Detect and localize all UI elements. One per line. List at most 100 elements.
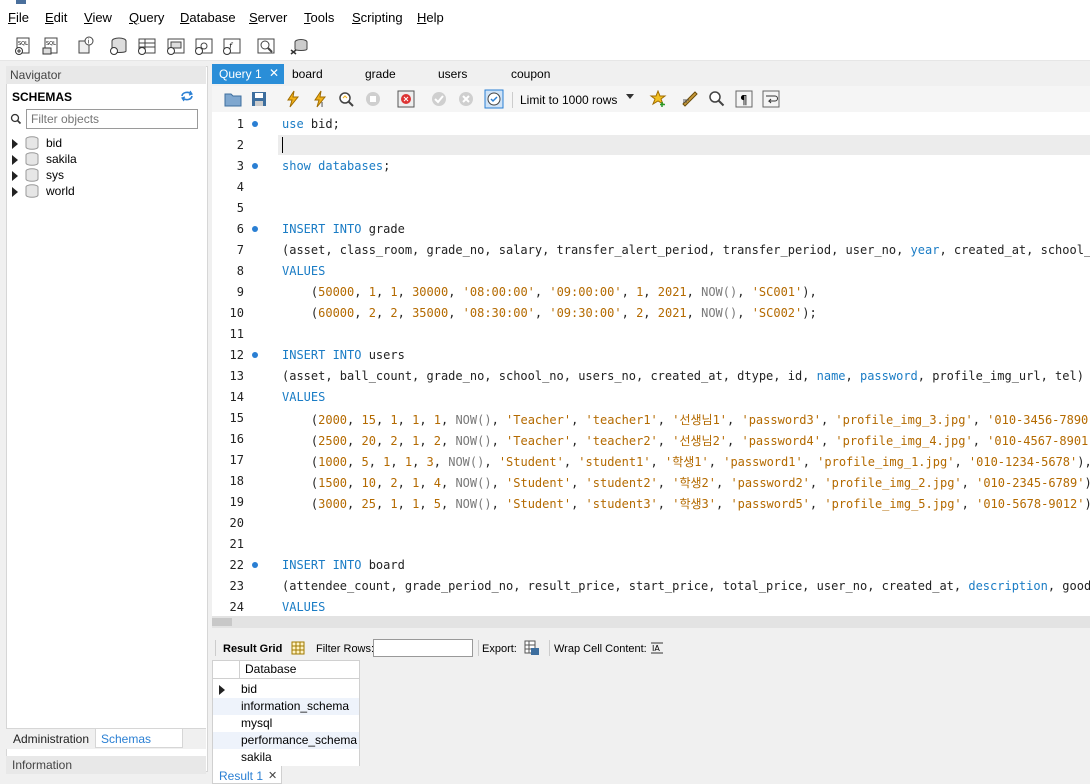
reconnect-icon[interactable] <box>289 36 309 56</box>
scrollbar-thumb[interactable] <box>212 618 232 626</box>
code-token: 35000 <box>412 306 449 320</box>
search-table-data-icon[interactable] <box>256 36 276 56</box>
menu-server[interactable]: Server <box>249 10 287 25</box>
export-icon[interactable] <box>524 640 540 656</box>
close-tab-icon[interactable]: ✕ <box>268 769 277 782</box>
tab-administration[interactable]: Administration <box>13 732 89 746</box>
code-line[interactable]: (attendee_count, grade_period_no, result… <box>282 579 1090 593</box>
table-row[interactable]: information_schema <box>213 698 359 715</box>
code-token: , <box>621 306 637 320</box>
code-token: 'profile_img_4.jpg' <box>835 434 973 448</box>
menu-file[interactable]: File <box>8 10 29 25</box>
code-token: 'password2' <box>730 476 810 490</box>
horizontal-scrollbar[interactable] <box>212 616 1090 628</box>
table-row[interactable]: mysql <box>213 715 359 732</box>
expand-arrow-icon[interactable] <box>12 187 18 197</box>
word-wrap-icon[interactable] <box>762 90 780 108</box>
table-row[interactable]: performance_schema <box>213 732 359 749</box>
menu-help[interactable]: Help <box>417 10 444 25</box>
execute-current-icon[interactable]: I <box>311 90 329 108</box>
table-cell[interactable]: bid <box>241 681 257 698</box>
table-row[interactable]: bid <box>213 681 359 698</box>
open-folder-icon[interactable] <box>224 91 242 107</box>
menu-database[interactable]: Database <box>180 10 236 25</box>
code-line[interactable]: INSERT INTO board <box>282 558 405 572</box>
code-token: board <box>361 558 405 572</box>
grid-icon[interactable] <box>291 641 305 655</box>
refresh-schemas-icon[interactable] <box>180 90 194 102</box>
code-token: 50000 <box>318 285 355 299</box>
wrap-cell-icon[interactable]: IA <box>650 641 664 655</box>
tab-coupon[interactable]: coupon <box>511 64 550 84</box>
expand-arrow-icon[interactable] <box>12 155 18 165</box>
code-line[interactable]: (1000, 5, 1, 1, 3, NOW(), 'Student', 'st… <box>282 453 1090 470</box>
tab-grade[interactable]: grade <box>365 64 396 84</box>
code-line[interactable]: (2500, 20, 2, 1, 2, NOW(), 'Teacher', 't… <box>282 432 1090 449</box>
explain-icon[interactable] <box>337 90 355 108</box>
create-function-icon[interactable]: f <box>222 36 242 56</box>
code-line[interactable]: (60000, 2, 2, 35000, '08:30:00', '09:30:… <box>282 306 817 320</box>
chevron-down-icon <box>626 94 634 99</box>
tab-users[interactable]: users <box>438 64 467 84</box>
code-token: 1 <box>390 285 398 299</box>
create-procedure-icon[interactable] <box>194 36 214 56</box>
menu-view[interactable]: View <box>84 10 112 25</box>
code-line[interactable]: use bid; <box>282 117 340 131</box>
code-token: 'password1' <box>723 455 803 469</box>
invisible-chars-icon[interactable]: ¶ <box>735 90 753 108</box>
add-snippet-icon[interactable] <box>649 90 667 108</box>
table-cell[interactable]: information_schema <box>241 698 349 715</box>
tab-query-1[interactable]: Query 1 ✕ <box>212 64 284 84</box>
code-line[interactable]: VALUES <box>282 264 325 278</box>
find-replace-icon[interactable] <box>708 90 726 108</box>
filter-objects-input[interactable] <box>26 109 198 129</box>
code-line[interactable]: show databases; <box>282 159 390 173</box>
code-token: , <box>448 285 463 299</box>
limit-rows-select[interactable]: Limit to 1000 rows <box>516 90 638 108</box>
column-header-database[interactable]: Database <box>245 661 296 678</box>
menu-tools[interactable]: Tools <box>304 10 334 25</box>
commit-icon[interactable] <box>430 90 448 108</box>
create-table-icon[interactable] <box>137 36 157 56</box>
tab-board[interactable]: board <box>292 64 323 84</box>
menu-scripting[interactable]: Scripting <box>352 10 403 25</box>
code-line[interactable]: (asset, class_room, grade_no, salary, tr… <box>282 243 1090 257</box>
code-line[interactable]: INSERT INTO grade <box>282 222 405 236</box>
table-cell[interactable]: performance_schema <box>241 732 357 749</box>
table-row[interactable]: sakila <box>213 749 359 766</box>
code-line[interactable]: (1500, 10, 2, 1, 4, NOW(), 'Student', 's… <box>282 474 1090 491</box>
expand-arrow-icon[interactable] <box>12 139 18 149</box>
menu-edit[interactable]: Edit <box>45 10 67 25</box>
toggle-error-stop-icon[interactable] <box>397 90 415 108</box>
code-token: '09:30:00' <box>549 306 622 320</box>
create-view-icon[interactable] <box>166 36 186 56</box>
code-line[interactable]: (3000, 25, 1, 1, 5, NOW(), 'Student', 's… <box>282 495 1090 512</box>
stop-icon[interactable] <box>364 90 382 108</box>
autocommit-toggle-icon[interactable] <box>484 89 504 109</box>
save-icon[interactable] <box>251 91 267 107</box>
code-line[interactable]: INSERT INTO users <box>282 348 405 362</box>
code-line[interactable]: (asset, ball_count, grade_no, school_no,… <box>282 369 1084 383</box>
tab-schemas[interactable]: Schemas <box>101 732 151 746</box>
filter-rows-input[interactable] <box>373 639 473 657</box>
tab-result-1[interactable]: Result 1 ✕ <box>212 766 282 784</box>
open-sql-script-icon[interactable]: SQL <box>41 36 61 56</box>
table-cell[interactable]: sakila <box>241 749 272 766</box>
execute-icon[interactable] <box>284 90 302 108</box>
code-token: ( <box>282 455 319 469</box>
code-line[interactable]: VALUES <box>282 390 325 404</box>
table-cell[interactable]: mysql <box>241 715 272 732</box>
code-line[interactable]: (2000, 15, 1, 1, 1, NOW(), 'Teacher', 't… <box>282 411 1090 428</box>
result-grid-button[interactable]: Result Grid <box>223 643 282 655</box>
create-schema-icon[interactable] <box>109 36 129 56</box>
rollback-icon[interactable] <box>457 90 475 108</box>
new-sql-tab-icon[interactable]: SQL <box>13 36 33 56</box>
menu-query[interactable]: Query <box>129 10 164 25</box>
code-line[interactable]: VALUES <box>282 600 325 614</box>
code-token: , goods_info <box>1047 579 1090 593</box>
expand-arrow-icon[interactable] <box>12 171 18 181</box>
inspector-icon[interactable]: i <box>76 36 96 56</box>
beautify-icon[interactable] <box>681 90 699 108</box>
code-line[interactable]: (50000, 1, 1, 30000, '08:00:00', '09:00:… <box>282 285 817 299</box>
close-tab-icon[interactable]: ✕ <box>269 66 279 80</box>
